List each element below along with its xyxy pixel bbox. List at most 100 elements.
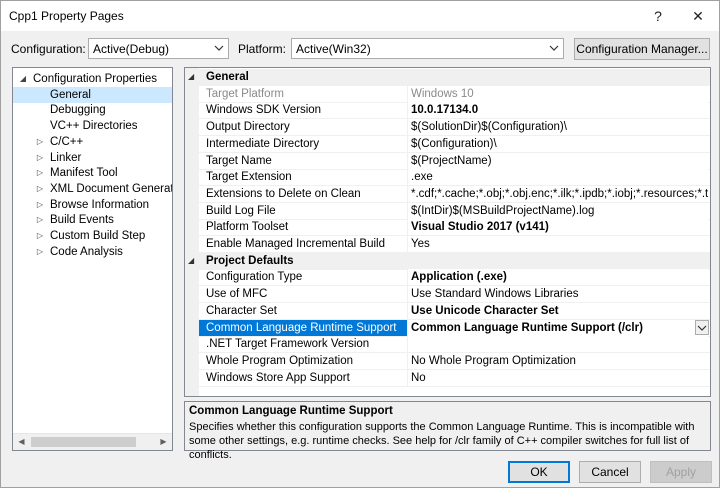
property-row[interactable]: Configuration Type Application (.exe) — [185, 269, 710, 287]
tree-item-configuration-properties[interactable]: ◢ Configuration Properties — [13, 71, 172, 87]
scroll-left-icon[interactable]: ◀ — [13, 434, 30, 450]
property-row[interactable]: Windows Store App Support No — [185, 369, 710, 387]
property-row[interactable]: Common Language Runtime Support Common La… — [185, 319, 710, 337]
collapsed-arrow-icon[interactable]: ▷ — [35, 181, 45, 197]
property-value[interactable]: Yes — [407, 236, 708, 252]
property-row[interactable]: Intermediate Directory $(Configuration)\ — [185, 135, 710, 153]
property-value[interactable]: $(SolutionDir)$(Configuration)\ — [407, 119, 708, 136]
property-row[interactable]: Target Extension .exe — [185, 169, 710, 187]
property-row[interactable]: Whole Program Optimization No Whole Progr… — [185, 352, 710, 370]
property-value[interactable]: *.cdf;*.cache;*.obj;*.obj.enc;*.ilk;*.ip… — [407, 185, 708, 202]
property-value[interactable]: Use Standard Windows Libraries — [407, 286, 708, 303]
grid-category[interactable]: ◢ Project Defaults — [185, 252, 710, 270]
collapsed-arrow-icon[interactable]: ▷ — [35, 228, 45, 244]
title-bar: Cpp1 Property Pages ? ✕ — [1, 1, 719, 31]
property-value[interactable]: Application (.exe) — [407, 269, 708, 286]
tree-item-xml-document-generator[interactable]: ▷ XML Document Generator — [13, 181, 172, 197]
help-button[interactable]: ? — [641, 1, 675, 31]
tree-item-label: Build Events — [50, 214, 114, 227]
configuration-dropdown[interactable]: Active(Debug) — [88, 38, 229, 59]
property-name: Common Language Runtime Support — [199, 319, 407, 336]
cancel-button[interactable]: Cancel — [579, 461, 641, 483]
property-value[interactable]: $(Configuration)\ — [407, 135, 708, 152]
tree-item-label: Debugging — [50, 104, 106, 117]
apply-button[interactable]: Apply — [650, 461, 712, 483]
tree-item-label: Code Analysis — [50, 245, 123, 258]
platform-label: Platform: — [238, 42, 287, 56]
scrollbar-thumb[interactable] — [31, 437, 136, 447]
tree-item-label: Custom Build Step — [50, 230, 146, 242]
property-value[interactable]: No Whole Program Optimization — [407, 352, 708, 369]
tree-item-debugging[interactable]: Debugging — [13, 102, 172, 118]
property-row[interactable]: Platform Toolset Visual Studio 2017 (v141… — [185, 219, 710, 237]
property-row[interactable]: .NET Target Framework Version — [185, 336, 710, 354]
tree-item-custom-build-step[interactable]: ▷ Custom Build Step — [13, 228, 172, 244]
property-row[interactable]: Windows SDK Version 10.0.17134.0 — [185, 102, 710, 120]
property-row[interactable]: Use of MFC Use Standard Windows Libraries — [185, 286, 710, 304]
configuration-label: Configuration: — [11, 42, 86, 56]
tree-item-vc-directories[interactable]: VC++ Directories — [13, 118, 172, 134]
property-grid: ◢ General Target Platform Windows 10 Windows… — [184, 67, 711, 397]
property-value[interactable] — [407, 336, 708, 353]
configuration-value: Active(Debug) — [93, 42, 170, 56]
category-name: Project Defaults — [206, 254, 294, 267]
tree-item-build-events[interactable]: ▷ Build Events — [13, 212, 172, 228]
tree-item-label: XML Document Generator — [50, 182, 173, 195]
property-row[interactable]: Build Log File $(IntDir)$(MSBuildProjectN… — [185, 202, 710, 220]
configuration-manager-button[interactable]: Configuration Manager... — [574, 38, 710, 60]
property-value[interactable]: Common Language Runtime Support (/clr) — [407, 319, 708, 336]
tree-item-label: VC++ Directories — [50, 120, 138, 133]
property-row[interactable]: Enable Managed Incremental Build Yes — [185, 236, 710, 253]
platform-value: Active(Win32) — [296, 42, 371, 56]
tree-item-general[interactable]: General — [13, 86, 172, 103]
close-button[interactable]: ✕ — [681, 1, 715, 31]
ok-button[interactable]: OK — [508, 461, 570, 483]
property-row[interactable]: Character Set Use Unicode Character Set — [185, 302, 710, 320]
description-text: Specifies whether this configuration sup… — [189, 421, 695, 461]
value-dropdown-button[interactable] — [695, 319, 709, 335]
property-value[interactable]: No — [407, 369, 708, 386]
collapsed-arrow-icon[interactable]: ▷ — [35, 212, 45, 228]
tree-item-label: Browse Information — [50, 198, 150, 211]
property-row[interactable]: Output Directory $(SolutionDir)$(Configur… — [185, 119, 710, 137]
tree-item-label: Linker — [50, 151, 82, 164]
description-title: Common Language Runtime Support — [189, 405, 393, 417]
property-row[interactable]: Target Name $(ProjectName) — [185, 152, 710, 170]
tree-item-linker[interactable]: ▷ Linker — [13, 150, 172, 166]
collapsed-arrow-icon[interactable]: ▷ — [35, 244, 45, 260]
property-value[interactable]: $(ProjectName) — [407, 152, 708, 169]
grid-category[interactable]: ◢ General — [185, 69, 710, 86]
expanded-arrow-icon[interactable]: ◢ — [18, 71, 28, 87]
collapsed-arrow-icon[interactable]: ▷ — [35, 134, 45, 150]
collapsed-arrow-icon[interactable]: ▷ — [35, 150, 45, 166]
scroll-right-icon[interactable]: ▶ — [155, 434, 172, 450]
property-value[interactable]: .exe — [407, 169, 708, 186]
property-value[interactable]: $(IntDir)$(MSBuildProjectName).log — [407, 202, 708, 219]
collapse-arrow-icon[interactable]: ◢ — [188, 69, 194, 85]
category-name: General — [206, 71, 249, 83]
property-row[interactable]: Target Platform Windows 10 — [185, 85, 710, 103]
property-value[interactable]: Use Unicode Character Set — [407, 302, 708, 319]
chevron-down-icon — [214, 45, 224, 51]
tree-item-label: General — [50, 88, 91, 101]
property-pages-dialog: Cpp1 Property Pages ? ✕ Configuration: A… — [0, 0, 720, 488]
tree-item-manifest-tool[interactable]: ▷ Manifest Tool — [13, 165, 172, 181]
collapse-arrow-icon[interactable]: ◢ — [188, 253, 194, 269]
tree-horizontal-scrollbar[interactable]: ◀ ▶ — [13, 433, 172, 450]
property-value[interactable]: 10.0.17134.0 — [407, 102, 708, 119]
tree-item-c-c[interactable]: ▷ C/C++ — [13, 134, 172, 150]
description-pane: Common Language Runtime Support Specifie… — [184, 401, 711, 461]
collapsed-arrow-icon[interactable]: ▷ — [35, 165, 45, 181]
property-value[interactable]: Visual Studio 2017 (v141) — [407, 219, 708, 236]
tree-item-label: C/C++ — [50, 135, 84, 148]
chevron-down-icon — [549, 45, 559, 51]
category-tree: ◢ Configuration Properties General Debuggin… — [12, 67, 173, 451]
collapsed-arrow-icon[interactable]: ▷ — [35, 197, 45, 213]
tree-item-code-analysis[interactable]: ▷ Code Analysis — [13, 244, 172, 260]
property-value[interactable]: Windows 10 — [407, 85, 708, 102]
window-title: Cpp1 Property Pages — [9, 9, 124, 23]
tree-item-browse-information[interactable]: ▷ Browse Information — [13, 197, 172, 213]
tree-item-label: Configuration Properties — [33, 73, 158, 85]
property-row[interactable]: Extensions to Delete on Clean *.cdf;*.cac… — [185, 185, 710, 203]
platform-dropdown[interactable]: Active(Win32) — [291, 38, 564, 59]
